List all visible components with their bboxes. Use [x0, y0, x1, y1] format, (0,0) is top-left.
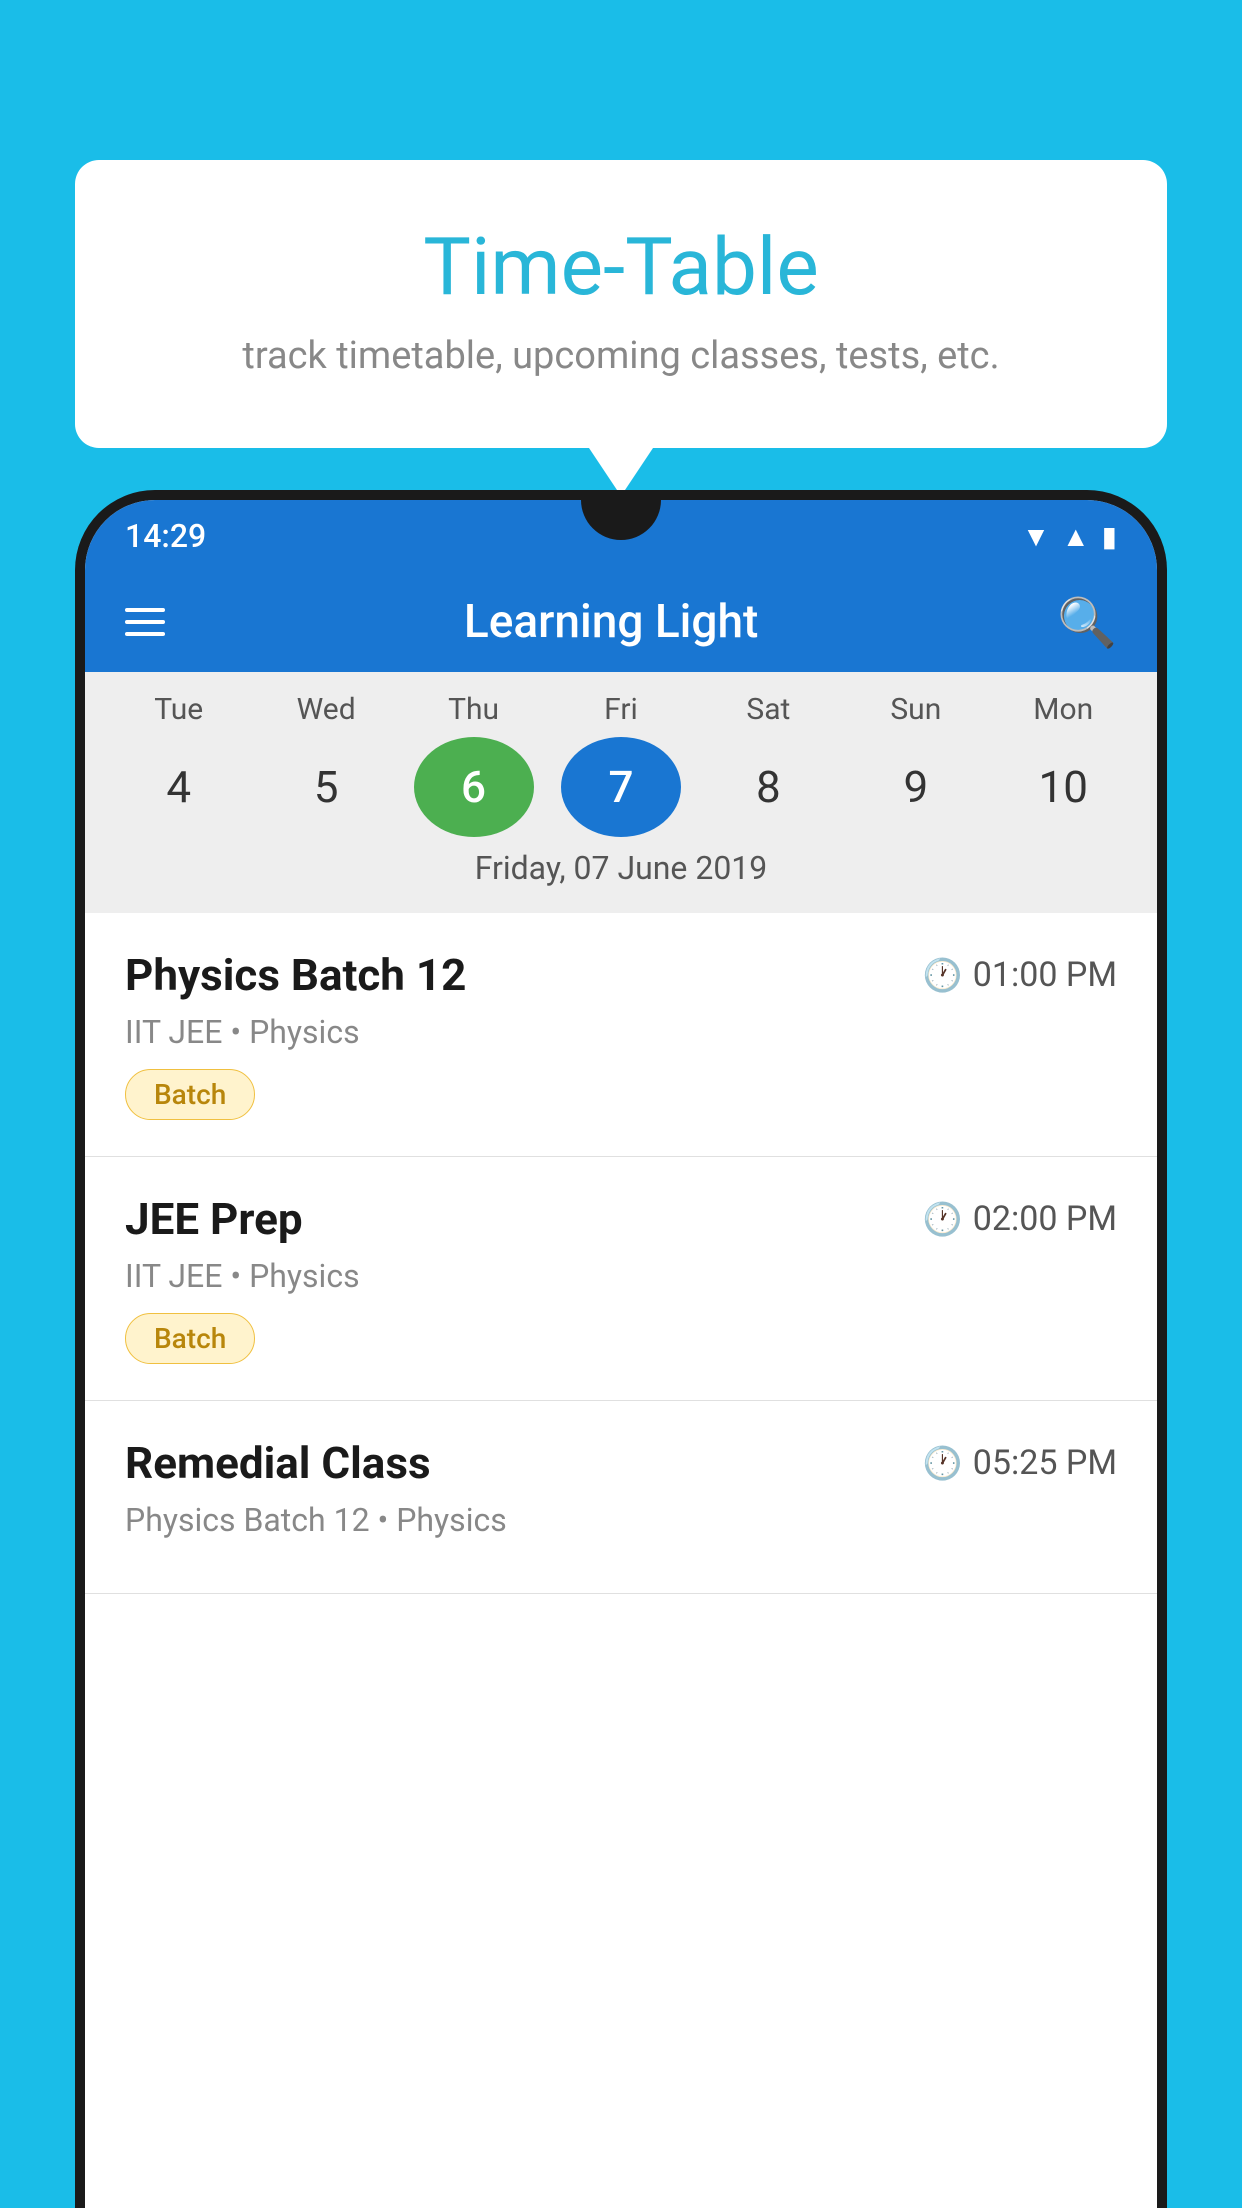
day-10[interactable]: 10	[1003, 737, 1123, 837]
wifi-icon: ▼	[1022, 520, 1050, 553]
status-bar: 14:29 ▼ ▲ ▮	[85, 500, 1157, 572]
day-4[interactable]: 4	[119, 737, 239, 837]
batch-badge-1: Batch	[125, 1069, 255, 1120]
time-value-2: 02:00 PM	[973, 1199, 1117, 1239]
signal-icon: ▲	[1062, 520, 1090, 553]
schedule-list: Physics Batch 12 🕐 01:00 PM IIT JEE • Ph…	[85, 913, 1157, 1594]
day-5[interactable]: 5	[266, 737, 386, 837]
screen-content: Tue Wed Thu Fri Sat Sun Mon 4 5 6 7 8 9 …	[85, 672, 1157, 2208]
day-label-mon: Mon	[1003, 692, 1123, 727]
schedule-item-3-title: Remedial Class	[125, 1437, 431, 1489]
status-time: 14:29	[125, 517, 206, 555]
schedule-item-1[interactable]: Physics Batch 12 🕐 01:00 PM IIT JEE • Ph…	[85, 913, 1157, 1157]
day-labels: Tue Wed Thu Fri Sat Sun Mon	[85, 692, 1157, 727]
day-numbers: 4 5 6 7 8 9 10	[85, 737, 1157, 837]
camera-notch	[581, 500, 661, 540]
schedule-item-2-subtitle: IIT JEE • Physics	[125, 1257, 1117, 1295]
selected-date-label: Friday, 07 June 2019	[85, 837, 1157, 903]
time-value-3: 05:25 PM	[973, 1443, 1117, 1483]
battery-icon: ▮	[1102, 520, 1117, 553]
status-icons: ▼ ▲ ▮	[1022, 520, 1117, 553]
schedule-item-2-title: JEE Prep	[125, 1193, 303, 1245]
tooltip-title: Time-Table	[125, 220, 1117, 314]
batch-badge-2: Batch	[125, 1313, 255, 1364]
tooltip-subtitle: track timetable, upcoming classes, tests…	[125, 334, 1117, 378]
schedule-item-3-subtitle: Physics Batch 12 • Physics	[125, 1501, 1117, 1539]
day-label-sat: Sat	[708, 692, 828, 727]
phone-frame: 14:29 ▼ ▲ ▮ Learning Light 🔍 Tue	[75, 490, 1167, 2208]
tooltip-card: Time-Table track timetable, upcoming cla…	[75, 160, 1167, 448]
schedule-item-1-subtitle: IIT JEE • Physics	[125, 1013, 1117, 1051]
schedule-item-3-time: 🕐 05:25 PM	[923, 1443, 1117, 1483]
day-label-tue: Tue	[119, 692, 239, 727]
phone-inner: 14:29 ▼ ▲ ▮ Learning Light 🔍 Tue	[85, 500, 1157, 2208]
clock-icon-1: 🕐	[923, 956, 963, 994]
time-value-1: 01:00 PM	[973, 955, 1117, 995]
day-9[interactable]: 9	[856, 737, 976, 837]
schedule-item-2[interactable]: JEE Prep 🕐 02:00 PM IIT JEE • Physics Ba…	[85, 1157, 1157, 1401]
app-bar: Learning Light 🔍	[85, 572, 1157, 672]
search-icon[interactable]: 🔍	[1057, 594, 1117, 651]
schedule-item-1-header: Physics Batch 12 🕐 01:00 PM	[125, 949, 1117, 1001]
schedule-item-2-time: 🕐 02:00 PM	[923, 1199, 1117, 1239]
day-7-selected[interactable]: 7	[561, 737, 681, 837]
day-8[interactable]: 8	[708, 737, 828, 837]
day-label-fri: Fri	[561, 692, 681, 727]
day-label-sun: Sun	[856, 692, 976, 727]
schedule-item-2-header: JEE Prep 🕐 02:00 PM	[125, 1193, 1117, 1245]
schedule-item-3[interactable]: Remedial Class 🕐 05:25 PM Physics Batch …	[85, 1401, 1157, 1594]
schedule-item-1-time: 🕐 01:00 PM	[923, 955, 1117, 995]
schedule-item-3-header: Remedial Class 🕐 05:25 PM	[125, 1437, 1117, 1489]
calendar-strip: Tue Wed Thu Fri Sat Sun Mon 4 5 6 7 8 9 …	[85, 672, 1157, 913]
schedule-item-1-title: Physics Batch 12	[125, 949, 466, 1001]
menu-icon[interactable]	[125, 608, 165, 636]
day-label-wed: Wed	[266, 692, 386, 727]
day-6-today[interactable]: 6	[414, 737, 534, 837]
day-label-thu: Thu	[414, 692, 534, 727]
clock-icon-3: 🕐	[923, 1444, 963, 1482]
clock-icon-2: 🕐	[923, 1200, 963, 1238]
app-title: Learning Light	[205, 595, 1017, 649]
